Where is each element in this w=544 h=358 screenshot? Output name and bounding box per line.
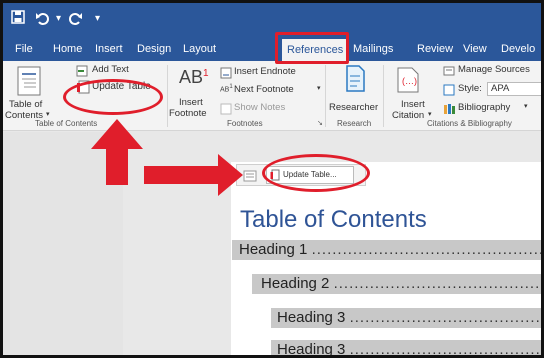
right-arrow [144,154,243,196]
word-window: ▾ ▾ File Home Insert Design Layout Refer… [0,0,544,358]
annotation-arrows [91,119,243,196]
up-arrow [91,119,143,185]
